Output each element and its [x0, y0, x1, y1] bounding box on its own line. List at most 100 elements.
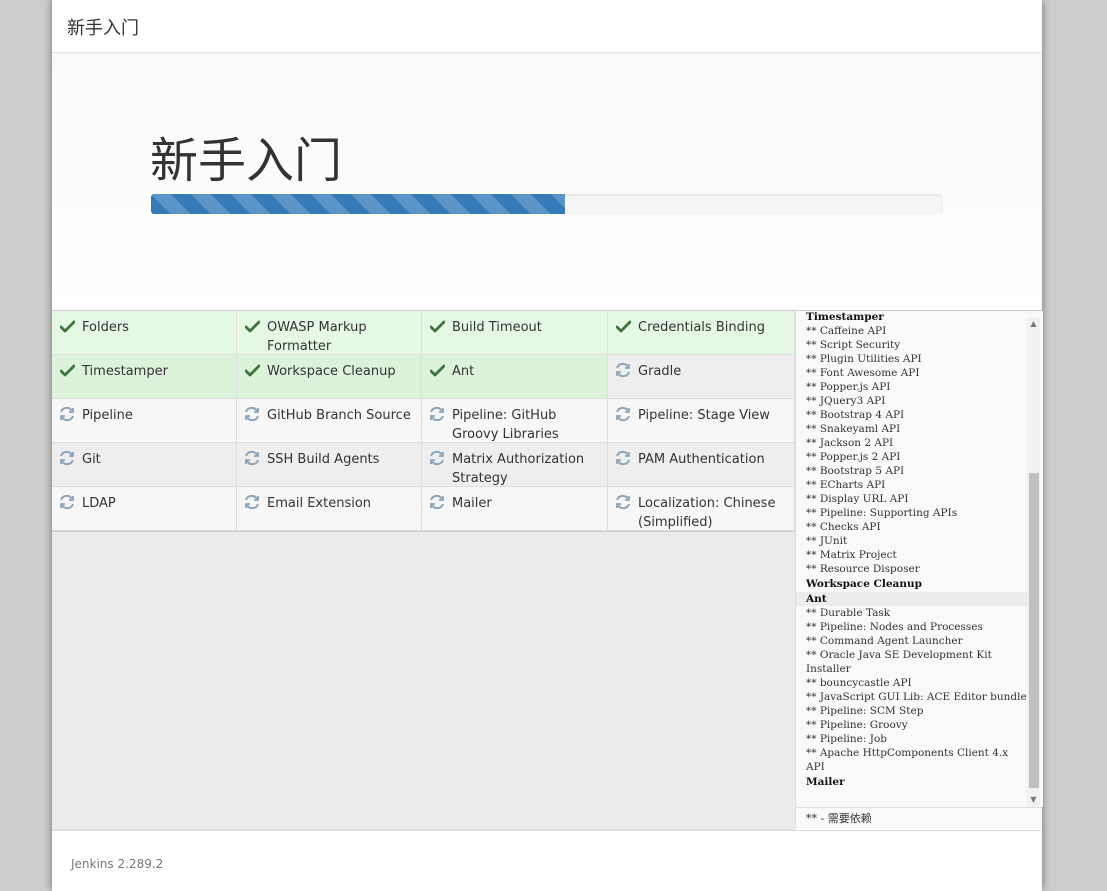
log-dependency-line: ** Apache HttpComponents Client 4.x API: [806, 747, 1009, 773]
plugin-name: Credentials Binding: [638, 320, 765, 335]
log-plugin-line: Ant: [796, 592, 1027, 606]
plugin-name: Pipeline: GitHub Groovy Libraries: [452, 408, 559, 442]
refresh-icon: [58, 449, 76, 467]
plugin-item: Pipeline: [52, 399, 237, 443]
log-dependency-line: ** Bootstrap 4 API: [806, 409, 905, 421]
plugin-item: PAM Authentication: [608, 443, 795, 487]
log-dependency-line: ** JQuery3 API: [806, 395, 886, 407]
scroll-down-icon[interactable]: ▼: [1028, 794, 1039, 806]
log-dependency-line: ** Pipeline: Job: [806, 733, 888, 745]
log-dependency-line: ** Pipeline: Groovy: [806, 719, 908, 731]
check-icon: [428, 317, 446, 335]
refresh-icon: [428, 405, 446, 423]
dialog-header: 新手入门: [52, 0, 1042, 53]
setup-wizard-dialog: 新手入门 新手入门 Folders OWASP Markup Formatter B…: [52, 0, 1043, 891]
jenkins-version: Jenkins 2.289.2: [71, 857, 164, 871]
log-dependency-line: ** bouncycastle API: [806, 677, 912, 689]
log-dependency-line: ** Plugin Utilities API: [806, 353, 922, 365]
refresh-icon: [428, 449, 446, 467]
plugin-item: GitHub Branch Source: [237, 399, 422, 443]
log-dependency-line: ** Command Agent Launcher: [806, 635, 963, 647]
plugin-item: Email Extension: [237, 487, 422, 531]
plugin-name: OWASP Markup Formatter: [267, 320, 367, 354]
check-icon: [58, 361, 76, 379]
refresh-icon: [243, 405, 261, 423]
log-dependency-line: ** JUnit: [806, 535, 848, 547]
plugin-name: Matrix Authorization Strategy: [452, 452, 585, 486]
plugin-name: Pipeline: [82, 408, 133, 423]
plugin-item: Pipeline: Stage View: [608, 399, 795, 443]
plugin-item: SSH Build Agents: [237, 443, 422, 487]
refresh-icon: [58, 405, 76, 423]
plugin-item: Pipeline: GitHub Groovy Libraries: [422, 399, 608, 443]
plugin-item: Workspace Cleanup: [237, 355, 422, 399]
plugin-name: SSH Build Agents: [267, 452, 380, 467]
plugin-item: Gradle: [608, 355, 795, 399]
dependency-legend: ** - 需要依赖: [795, 807, 1042, 829]
check-icon: [58, 317, 76, 335]
check-icon: [243, 361, 261, 379]
hero-panel: 新手入门: [52, 53, 1042, 311]
log-dependency-line: ** Pipeline: SCM Step: [806, 705, 924, 717]
plugin-name: PAM Authentication: [638, 452, 765, 467]
plugin-name: Gradle: [638, 364, 682, 379]
log-dependency-line: ** Durable Task: [806, 607, 891, 619]
log-dependency-line: ** Popper.js API: [806, 381, 891, 393]
refresh-icon: [243, 449, 261, 467]
log-dependency-line: ** Snakeyaml API: [806, 423, 901, 435]
log-plugin-line: Timestamper: [806, 311, 884, 323]
log-plugin-line: Workspace Cleanup: [806, 578, 922, 590]
log-dependency-line: ** Checks API: [806, 521, 881, 533]
scroll-up-icon[interactable]: ▲: [1028, 318, 1039, 330]
plugin-item: Git: [52, 443, 237, 487]
scrollbar-thumb[interactable]: [1029, 473, 1039, 788]
plugin-grid: Folders OWASP Markup Formatter Build Timeo…: [52, 311, 795, 532]
install-progress-bar: [151, 194, 943, 214]
plugin-item: Credentials Binding: [608, 311, 795, 355]
check-icon: [243, 317, 261, 335]
plugin-name: Email Extension: [267, 496, 372, 511]
log-dependency-line: ** Font Awesome API: [806, 367, 920, 379]
plugin-name: Folders: [82, 320, 129, 335]
log-dependency-line: ** Pipeline: Supporting APIs: [806, 507, 958, 519]
plugin-list-area: Folders OWASP Markup Formatter Build Timeo…: [52, 311, 795, 830]
refresh-icon: [614, 493, 632, 511]
refresh-icon: [614, 361, 632, 379]
dialog-title: 新手入门: [67, 18, 139, 39]
plugin-item: Localization: Chinese (Simplified): [608, 487, 795, 531]
check-icon: [614, 317, 632, 335]
plugin-name: Workspace Cleanup: [267, 364, 396, 379]
log-dependency-line: ** Jackson 2 API: [806, 437, 894, 449]
install-log-panel[interactable]: Timestamper ** Caffeine API ** Script Secu…: [795, 311, 1043, 807]
refresh-icon: [614, 405, 632, 423]
plugin-name: Git: [82, 452, 101, 467]
plugin-item: LDAP: [52, 487, 237, 531]
plugin-name: Pipeline: Stage View: [638, 408, 770, 423]
log-dependency-line: ** ECharts API: [806, 479, 886, 491]
install-progress-fill: [151, 194, 566, 214]
dialog-footer: Jenkins 2.289.2: [52, 830, 1042, 891]
plugin-item: Folders: [52, 311, 237, 355]
log-dependency-line: ** Display URL API: [806, 493, 909, 505]
plugin-item: OWASP Markup Formatter: [237, 311, 422, 355]
log-dependency-line: ** Script Security: [806, 339, 901, 351]
plugin-name: GitHub Branch Source: [267, 408, 411, 423]
log-dependency-line: ** Resource Disposer: [806, 563, 920, 575]
plugin-item: Timestamper: [52, 355, 237, 399]
log-scrollbar[interactable]: ▲ ▼: [1027, 318, 1040, 806]
refresh-icon: [428, 493, 446, 511]
plugin-item: Build Timeout: [422, 311, 608, 355]
plugin-name: Ant: [452, 364, 475, 379]
check-icon: [428, 361, 446, 379]
refresh-icon: [58, 493, 76, 511]
log-dependency-line: ** Matrix Project: [806, 549, 897, 561]
plugin-item: Matrix Authorization Strategy: [422, 443, 608, 487]
refresh-icon: [614, 449, 632, 467]
log-dependency-line: ** JavaScript GUI Lib: ACE Editor bundle: [806, 691, 1027, 703]
plugin-item: Mailer: [422, 487, 608, 531]
install-log: Timestamper ** Caffeine API ** Script Secu…: [796, 311, 1028, 789]
log-plugin-line: Mailer: [806, 776, 845, 788]
log-dependency-line: ** Oracle Java SE Development Kit Instal…: [806, 649, 992, 675]
page-title: 新手入门: [150, 133, 343, 189]
log-dependency-line: ** Caffeine API: [806, 325, 887, 337]
